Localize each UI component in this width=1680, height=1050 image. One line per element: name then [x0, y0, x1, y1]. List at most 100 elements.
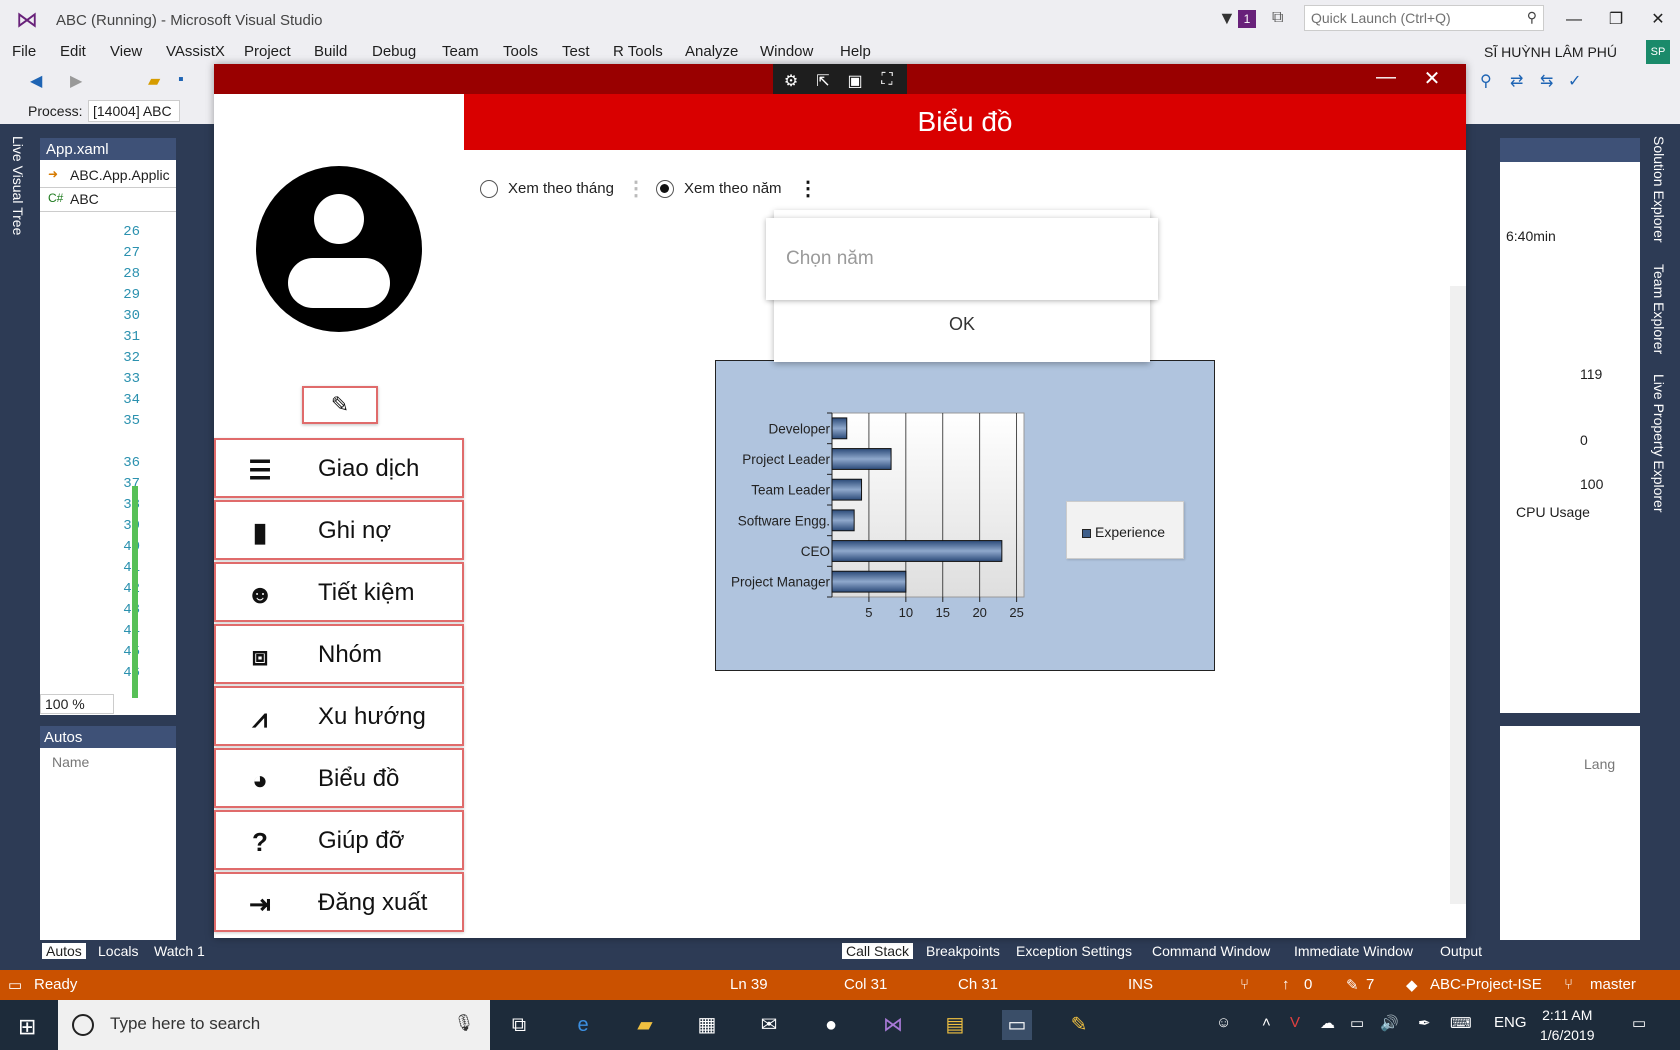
team-explorer-tab[interactable]: Team Explorer — [1651, 264, 1667, 354]
notification-badge[interactable]: 1 — [1238, 10, 1256, 28]
live-visual-tree-tab[interactable]: Live Visual Tree — [10, 136, 26, 235]
task-view-icon[interactable]: ⧉ — [504, 1010, 534, 1040]
live-visual-tree-icon[interactable]: ⚙ — [779, 71, 803, 93]
quick-launch-input[interactable]: Quick Launch (Ctrl+Q) ⚲ — [1304, 5, 1544, 31]
taskbar-search[interactable]: Type here to search 🎙 — [58, 1000, 490, 1050]
tab-output[interactable]: Output — [1436, 943, 1486, 959]
file-explorer-icon[interactable]: ▰ — [630, 1010, 660, 1040]
menu-item-ghi-no[interactable]: ▮ Ghi nợ — [214, 500, 464, 560]
live-property-explorer-tab[interactable]: Live Property Explorer — [1651, 374, 1667, 513]
wpf-app-icon[interactable]: ▭ — [1002, 1010, 1032, 1040]
action-center-icon[interactable]: ▭ — [1632, 1014, 1646, 1032]
visual-studio-icon[interactable]: ⋈ — [878, 1010, 908, 1040]
open-folder-icon[interactable]: ▰ — [148, 71, 160, 91]
git-pull-icon[interactable]: ⑂ — [1240, 976, 1249, 993]
radio-view-by-month[interactable]: Xem theo tháng — [480, 178, 614, 200]
menu-view[interactable]: View — [110, 43, 142, 60]
tab-locals[interactable]: Locals — [94, 943, 142, 959]
menu-item-dang-xuat[interactable]: ⇥ Đăng xuất — [214, 872, 464, 932]
volume-icon[interactable]: 🔊 — [1380, 1014, 1399, 1032]
tab-autos[interactable]: Autos — [42, 943, 86, 959]
menu-analyze[interactable]: Analyze — [685, 43, 738, 60]
signed-in-user[interactable]: SĨ HUỲNH LÂM PHÚ — [1484, 44, 1617, 60]
autos-name-column[interactable]: Name — [52, 754, 89, 770]
menu-item-giup-do[interactable]: ? Giúp đỡ — [214, 810, 464, 870]
menu-debug[interactable]: Debug — [372, 43, 416, 60]
menu-test[interactable]: Test — [562, 43, 590, 60]
menu-item-tiet-kiem[interactable]: ☻ Tiết kiệm — [214, 562, 464, 622]
app-vertical-scrollbar[interactable] — [1450, 286, 1466, 904]
cpu-usage-tab[interactable]: CPU Usage — [1516, 504, 1590, 520]
menu-item-nhom[interactable]: ⧈ Nhóm — [214, 624, 464, 684]
edit-profile-button[interactable]: ✎ — [302, 386, 378, 424]
up-arrow-icon[interactable]: ↑ — [1282, 976, 1290, 993]
menu-item-bieu-do[interactable]: ◕ Biểu đồ — [214, 748, 464, 808]
mail-icon[interactable]: ✉ — [754, 1010, 784, 1040]
user-avatar[interactable]: SP — [1646, 40, 1670, 64]
ok-button[interactable]: OK — [774, 306, 1150, 342]
menu-team[interactable]: Team — [442, 43, 479, 60]
paint-icon[interactable]: ✎ — [1064, 1010, 1094, 1040]
branch-icon[interactable]: ⑂ — [1564, 976, 1573, 993]
select-element-icon[interactable]: ⇱ — [811, 71, 835, 93]
radio-view-by-year[interactable]: Xem theo năm — [656, 178, 782, 200]
lang-column[interactable]: Lang — [1584, 756, 1615, 772]
menu-vassistx[interactable]: VAssistX — [166, 43, 225, 60]
process-dropdown[interactable]: [14004] ABC — [88, 100, 180, 122]
feedback-icon[interactable]: ⧉ — [1272, 9, 1283, 27]
menu-file[interactable]: File — [12, 43, 36, 60]
menu-window[interactable]: Window — [760, 43, 813, 60]
github-icon[interactable]: ● — [816, 1010, 846, 1040]
nav-combo-class[interactable]: ➜ ABC.App.Applic — [40, 164, 176, 188]
pen-icon[interactable]: ✒ — [1418, 1014, 1431, 1032]
year-options-icon[interactable]: ⋮ — [798, 176, 818, 202]
pencil-icon[interactable]: ✎ — [1346, 976, 1359, 994]
show-hidden-icons-icon[interactable]: ˄ — [1262, 1014, 1271, 1031]
filter-icon[interactable]: ▼ — [1218, 8, 1236, 29]
back-icon[interactable]: ◀ — [30, 71, 42, 91]
restore-button[interactable]: ❐ — [1596, 6, 1636, 34]
tab-call-stack[interactable]: Call Stack — [842, 943, 914, 959]
tab-immediate-window[interactable]: Immediate Window — [1290, 943, 1417, 959]
onedrive-icon[interactable]: ☁ — [1320, 1014, 1335, 1032]
track-focus-icon[interactable]: ⛶ — [875, 71, 899, 93]
solution-explorer-tab[interactable]: Solution Explorer — [1651, 136, 1667, 243]
windows-start-icon[interactable]: ⊞ — [18, 1014, 36, 1040]
status-up-count[interactable]: 0 — [1304, 976, 1312, 993]
minimize-button[interactable]: — — [1554, 6, 1594, 34]
display-adorners-icon[interactable]: ▣ — [843, 71, 867, 93]
microphone-icon[interactable]: 🎙 — [454, 1013, 474, 1033]
battery-icon[interactable]: ▭ — [1350, 1014, 1364, 1032]
tab-command-window[interactable]: Command Window — [1148, 943, 1274, 959]
vivaldi-icon[interactable]: V — [1290, 1014, 1300, 1031]
status-repo[interactable]: ABC-Project-ISE — [1430, 976, 1542, 993]
system-clock[interactable]: 2:11 AM 1/6/2019 — [1540, 1005, 1595, 1045]
menu-edit[interactable]: Edit — [60, 43, 86, 60]
editor-tab-app-xaml[interactable]: App.xaml — [40, 138, 176, 160]
spell-check-icon[interactable]: ✓ — [1568, 71, 1581, 91]
menu-item-giao-dich[interactable]: ☰ Giao dịch — [214, 438, 464, 498]
tab-breakpoints[interactable]: Breakpoints — [922, 943, 1004, 959]
month-options-icon[interactable]: ⋮ — [626, 176, 646, 202]
menu-build[interactable]: Build — [314, 43, 347, 60]
repo-icon[interactable]: ◆ — [1406, 976, 1418, 994]
menu-r-tools[interactable]: R Tools — [613, 43, 663, 60]
edge-icon[interactable]: e — [568, 1010, 598, 1040]
nav-combo-project[interactable]: C# ABC — [40, 188, 176, 212]
tab-watch-1[interactable]: Watch 1 — [150, 943, 209, 959]
save-icon[interactable]: ▪ — [178, 71, 184, 89]
format-icon[interactable]: ⇆ — [1540, 71, 1553, 91]
store-icon[interactable]: ▦ — [692, 1010, 722, 1040]
menu-project[interactable]: Project — [244, 43, 291, 60]
zoom-dropdown[interactable]: 100 % — [40, 694, 114, 714]
menu-item-xu-huong[interactable]: ⩘ Xu hướng — [214, 686, 464, 746]
status-branch[interactable]: master — [1590, 976, 1636, 993]
tab-exception-settings[interactable]: Exception Settings — [1012, 943, 1136, 959]
year-input[interactable] — [766, 218, 1158, 300]
database-tool-icon[interactable]: ▤ — [940, 1010, 970, 1040]
close-button[interactable]: ✕ — [1638, 6, 1678, 34]
find-icon[interactable]: ⚲ — [1480, 71, 1492, 91]
menu-help[interactable]: Help — [840, 43, 871, 60]
menu-tools[interactable]: Tools — [503, 43, 538, 60]
people-icon[interactable]: ☺ — [1216, 1014, 1231, 1031]
